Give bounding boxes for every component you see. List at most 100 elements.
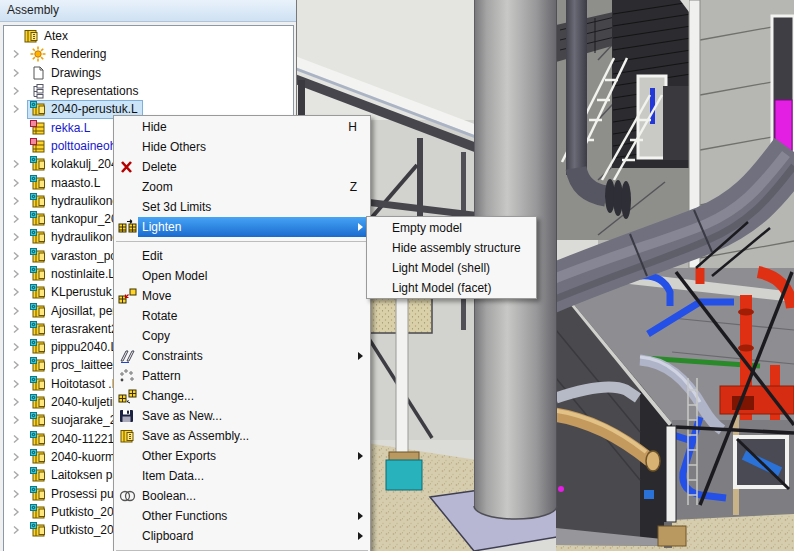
menu-item-save-as-new[interactable]: Save as New... <box>114 406 370 426</box>
boolean-icon <box>118 488 137 504</box>
menu-shortcut: Z <box>350 177 357 197</box>
expander-chevron-icon[interactable] <box>11 214 21 224</box>
model-lock-icon <box>30 229 47 245</box>
expander-chevron-icon[interactable] <box>11 525 21 535</box>
model-lock-icon <box>30 101 47 117</box>
tree-item-label: Representations <box>51 84 138 98</box>
menu-item-zoom[interactable]: ZoomZ <box>114 177 370 197</box>
submenu-item-light-model-shell[interactable]: Light Model (shell) <box>367 258 536 278</box>
menu-item-hide[interactable]: HideH <box>114 117 370 137</box>
submenu-arrow-icon <box>358 532 363 540</box>
menu-item-label: Set 3d Limits <box>142 200 211 214</box>
menu-item-other-functions[interactable]: Other Functions <box>114 506 370 526</box>
save-icon <box>118 408 137 424</box>
expander-chevron-icon[interactable] <box>11 489 21 499</box>
rendering-icon <box>30 46 47 62</box>
menu-item-copy[interactable]: Copy <box>114 326 370 346</box>
model-lock-icon <box>30 431 47 447</box>
menu-item-label: Save as Assembly... <box>142 429 249 443</box>
expander-chevron-icon[interactable] <box>11 397 21 407</box>
expander-chevron-icon[interactable] <box>11 86 21 96</box>
menu-item-pattern[interactable]: Pattern <box>114 366 370 386</box>
tree-item-representations[interactable]: Representations <box>4 82 293 100</box>
tree-item-label: pippu2040.L <box>51 340 117 354</box>
menu-item-label: Rotate <box>142 309 177 323</box>
menu-item-other-exports[interactable]: Other Exports <box>114 446 370 466</box>
expander-chevron-icon[interactable] <box>11 196 21 206</box>
expander-chevron-icon[interactable] <box>11 507 21 517</box>
menu-item-clipboard[interactable]: Clipboard <box>114 526 370 546</box>
model-red-icon <box>30 138 47 154</box>
panel-title: Assembly <box>0 0 296 22</box>
teal-box <box>386 460 422 490</box>
tree-item-label: Laitoksen pä <box>51 468 119 482</box>
submenu-item-label: Light Model (facet) <box>392 281 491 295</box>
expander-chevron-icon[interactable] <box>11 68 21 78</box>
submenu-arrow-icon <box>358 223 363 231</box>
expander-chevron-icon[interactable] <box>11 415 21 425</box>
expander-chevron-icon[interactable] <box>11 434 21 444</box>
menu-item-hide-others[interactable]: Hide Others <box>114 137 370 157</box>
submenu-arrow-icon <box>358 512 363 520</box>
menu-item-constraints[interactable]: Constraints <box>114 346 370 366</box>
expander-chevron-icon[interactable] <box>11 287 21 297</box>
menu-item-label: Delete <box>142 160 177 174</box>
menu-separator <box>114 546 370 551</box>
menu-item-label: Lighten <box>142 220 181 234</box>
expander-chevron-icon[interactable] <box>11 159 21 169</box>
expander-chevron-icon[interactable] <box>11 178 21 188</box>
menu-item-boolean[interactable]: Boolean... <box>114 486 370 506</box>
model-red-icon <box>30 120 47 136</box>
expander-chevron-icon[interactable] <box>11 379 21 389</box>
menu-item-save-as-assembly[interactable]: Save as Assembly... <box>114 426 370 446</box>
pattern-icon <box>118 368 137 384</box>
expander-chevron-icon[interactable] <box>11 306 21 316</box>
tree-item-label: 2040-kuljetin <box>51 395 119 409</box>
delete-icon <box>118 159 137 175</box>
tree-item-label: Ajosillat, peri <box>51 304 119 318</box>
expander-chevron-icon[interactable] <box>11 232 21 242</box>
tree-item-atex[interactable]: Atex <box>4 27 293 45</box>
model-lock-icon <box>30 266 47 282</box>
model-lock-icon <box>30 504 47 520</box>
menu-item-change[interactable]: Change... <box>114 386 370 406</box>
menu-item-item-data[interactable]: Item Data... <box>114 466 370 486</box>
menu-item-open-model[interactable]: Open Model <box>114 266 370 286</box>
model-lock-icon <box>30 376 47 392</box>
menu-item-move[interactable]: Move <box>114 286 370 306</box>
expander-chevron-icon[interactable] <box>11 342 21 352</box>
expander-chevron-icon[interactable] <box>11 269 21 279</box>
change-icon <box>118 388 137 404</box>
menu-item-rotate[interactable]: Rotate <box>114 306 370 326</box>
tree-item-label: varaston_por <box>51 249 121 263</box>
menu-separator <box>114 237 370 246</box>
model-lock-icon <box>30 211 47 227</box>
menu-item-label: Boolean... <box>142 489 196 503</box>
submenu-item-light-model-facet[interactable]: Light Model (facet) <box>367 278 536 298</box>
tree-item-label: Drawings <box>51 66 101 80</box>
expander-chevron-icon[interactable] <box>11 104 21 114</box>
submenu-item-hide-assembly-structure[interactable]: Hide assembly structure <box>367 238 536 258</box>
assembly-icon <box>23 28 40 44</box>
expander-chevron-icon[interactable] <box>11 360 21 370</box>
expander-chevron-icon[interactable] <box>11 452 21 462</box>
model-lock-icon <box>30 467 47 483</box>
expander-chevron-icon[interactable] <box>11 324 21 334</box>
tree-item-label: Rendering <box>51 47 106 61</box>
menu-item-lighten[interactable]: Lighten <box>114 217 370 237</box>
submenu-item-empty-model[interactable]: Empty model <box>367 218 536 238</box>
tree-item-label: hydraulikone <box>51 194 119 208</box>
model-lock-icon <box>30 357 47 373</box>
tree-item-rendering[interactable]: Rendering <box>4 45 293 63</box>
expander-chevron-icon[interactable] <box>11 470 21 480</box>
menu-item-delete[interactable]: Delete <box>114 157 370 177</box>
application-window: Assembly Atex Rendering Drawings Representa… <box>0 0 794 551</box>
menu-item-edit[interactable]: Edit <box>114 246 370 266</box>
expander-chevron-icon[interactable] <box>11 49 21 59</box>
expander-chevron-icon[interactable] <box>11 251 21 261</box>
lighten-icon <box>118 219 137 235</box>
tree-item-drawings[interactable]: Drawings <box>4 64 293 82</box>
menu-item-label: Save as New... <box>142 409 222 423</box>
model-lock-icon <box>30 486 47 502</box>
menu-item-set-3d-limits[interactable]: Set 3d Limits <box>114 197 370 217</box>
